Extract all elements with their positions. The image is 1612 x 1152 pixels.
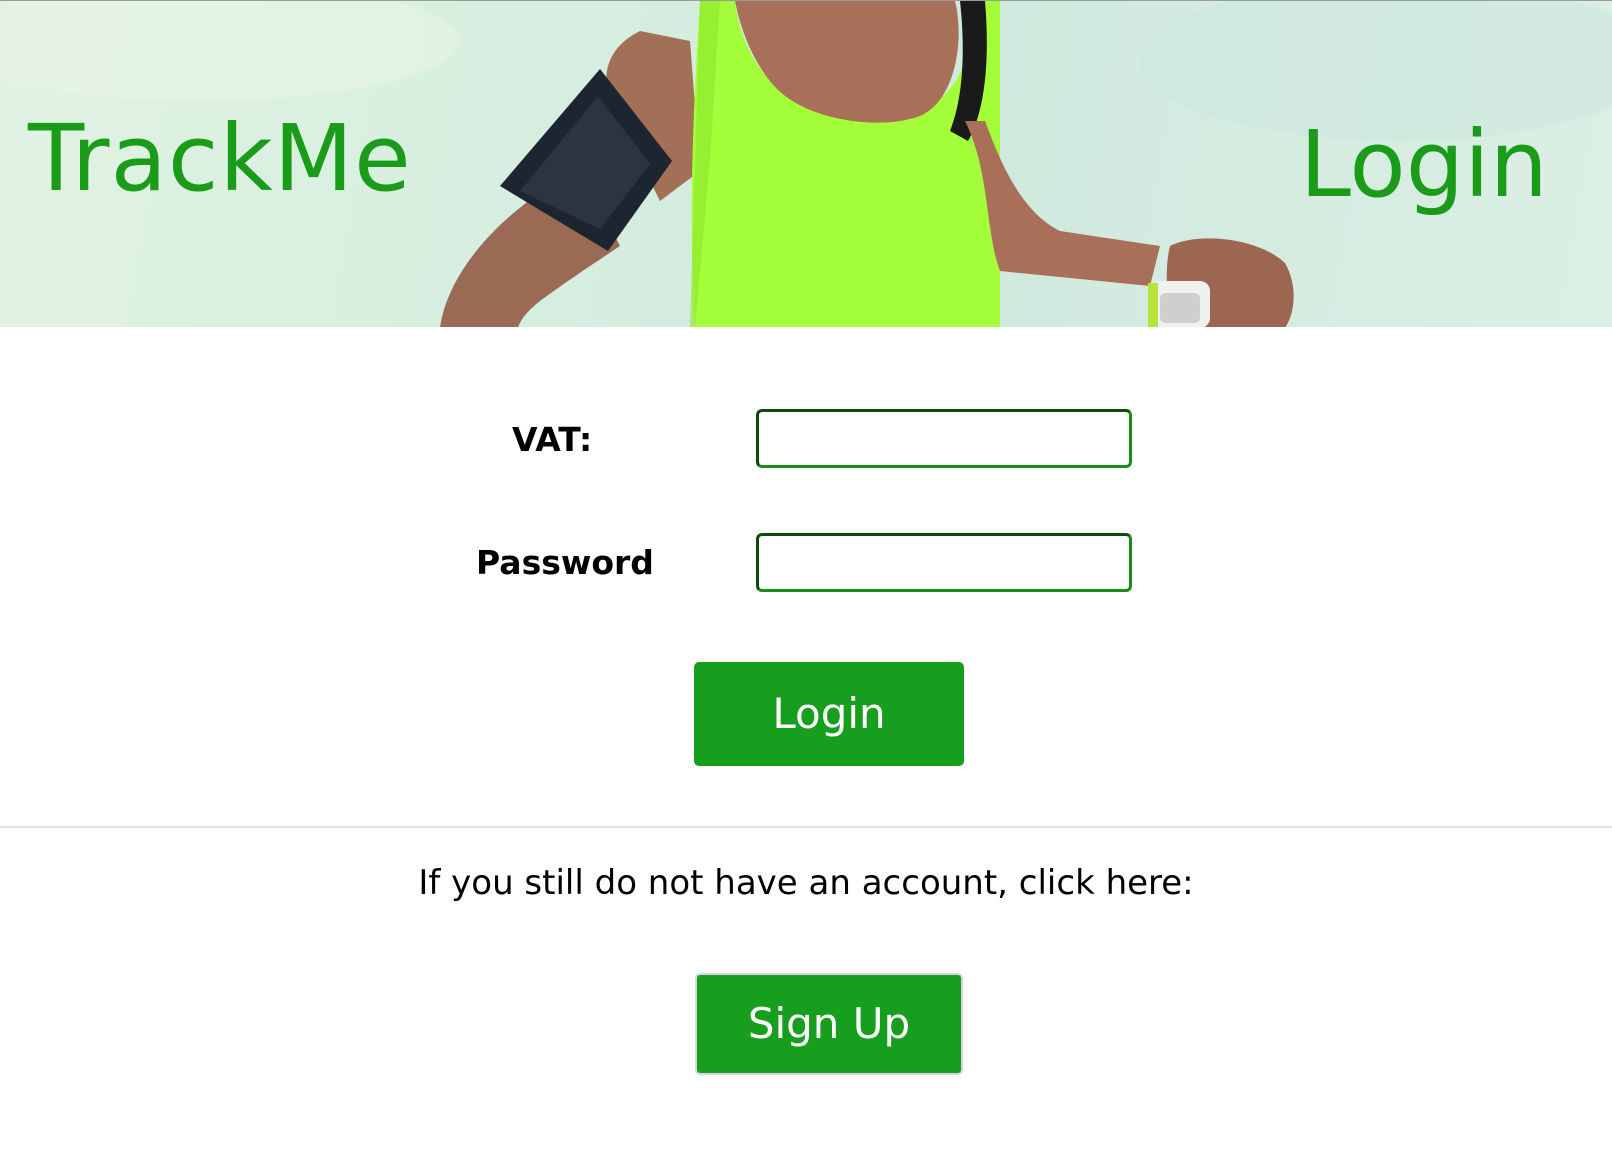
- password-input[interactable]: [756, 533, 1132, 592]
- brand-logo: TrackMe: [28, 105, 412, 212]
- header-banner: TrackMe Login: [0, 0, 1612, 327]
- vat-input[interactable]: [756, 409, 1132, 468]
- signup-prompt: If you still do not have an account, cli…: [418, 863, 1194, 903]
- login-button[interactable]: Login: [694, 662, 964, 766]
- divider: [0, 826, 1612, 828]
- page-title: Login: [1299, 111, 1548, 218]
- vat-label: VAT:: [512, 420, 593, 459]
- password-label: Password: [476, 543, 654, 582]
- sign-up-button[interactable]: Sign Up: [695, 973, 963, 1075]
